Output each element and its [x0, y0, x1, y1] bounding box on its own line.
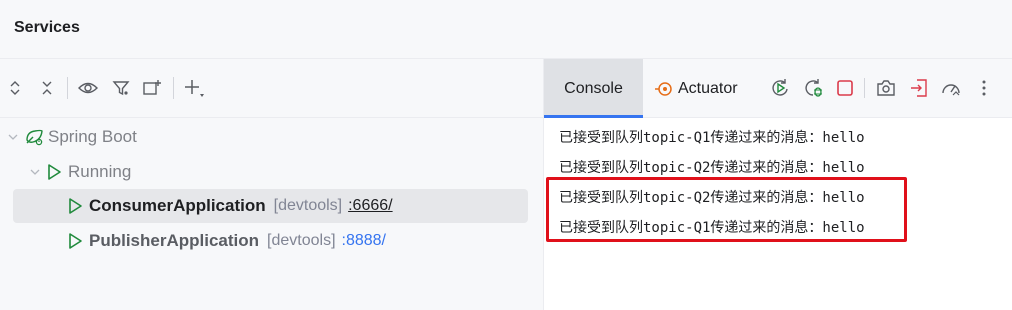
spring-boot-icon: [24, 128, 46, 146]
more-options-icon[interactable]: [973, 77, 995, 99]
tree-group-running[interactable]: Running: [26, 155, 524, 189]
tab-console-label: Console: [564, 79, 623, 97]
camera-icon[interactable]: [875, 77, 897, 99]
profiler-icon[interactable]: [940, 77, 962, 99]
service-port-link[interactable]: :6666/: [348, 197, 392, 215]
collapse-all-icon[interactable]: [35, 76, 59, 100]
stop-icon[interactable]: [834, 77, 856, 99]
console-line: 已接受到队列topic-Q1传递过来的消息：hello: [559, 130, 865, 146]
tree-item-publisher-application[interactable]: PublisherApplication [devtools] :8888/: [13, 224, 528, 258]
service-name: PublisherApplication: [89, 231, 260, 250]
toolbar-separator: [173, 77, 174, 99]
service-tag: [devtools]: [273, 197, 343, 214]
highlight-box: [546, 177, 907, 242]
run-icon: [67, 197, 89, 215]
run-icon: [67, 232, 89, 250]
add-service-icon[interactable]: [182, 76, 206, 100]
tab-actuator[interactable]: Actuator: [654, 76, 738, 102]
chevron-down-icon[interactable]: [4, 131, 22, 143]
service-tag: [devtools]: [267, 232, 336, 249]
rerun-icon[interactable]: [769, 77, 791, 99]
actuator-icon: [654, 80, 678, 98]
toolbar-separator: [864, 78, 865, 98]
tab-console[interactable]: Console: [544, 59, 643, 118]
eye-icon[interactable]: [76, 76, 100, 100]
tree-group-label: Running: [68, 162, 132, 181]
tab-actuator-label: Actuator: [678, 80, 738, 97]
service-name: ConsumerApplication: [89, 196, 266, 215]
expand-all-icon[interactable]: [3, 76, 27, 100]
login-icon[interactable]: [908, 77, 930, 99]
console-line: 已接受到队列topic-Q2传递过来的消息：hello: [559, 160, 865, 176]
details-tabbar: Console Actuator: [544, 59, 1012, 118]
panel-title: Services: [14, 19, 80, 36]
services-tree-panel: Spring Boot Running ConsumerApplication …: [0, 58, 543, 310]
tree-root-label: Spring Boot: [48, 127, 137, 146]
rerun-debug-icon[interactable]: [802, 77, 824, 99]
toolbar-separator: [67, 77, 68, 99]
service-details-panel: Console Actuator 已接受到队列topic-Q1传递过来的消息：h…: [543, 58, 1012, 310]
tree-item-consumer-application[interactable]: ConsumerApplication [devtools] :6666/: [13, 189, 528, 223]
tree-root-spring-boot[interactable]: Spring Boot: [4, 120, 524, 154]
services-toolbar: [0, 59, 543, 118]
new-group-icon[interactable]: [140, 76, 164, 100]
run-icon: [46, 163, 68, 181]
services-header: Services: [0, 0, 1012, 58]
service-port-link[interactable]: :8888/: [342, 232, 386, 250]
chevron-down-icon[interactable]: [26, 166, 44, 178]
filter-icon[interactable]: [109, 76, 133, 100]
